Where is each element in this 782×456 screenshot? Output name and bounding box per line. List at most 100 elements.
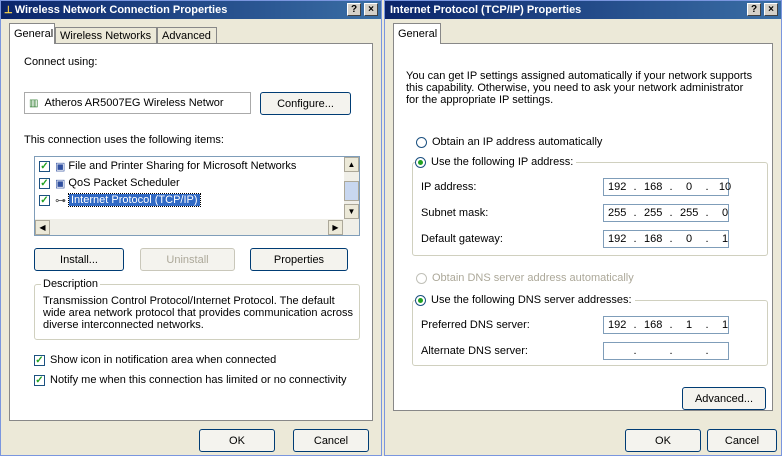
wireless-properties-window: ⊥ Wireless Network Connection Properties…	[0, 0, 382, 456]
tab-general[interactable]: General	[393, 23, 441, 44]
list-item-selected[interactable]: ✓ ⊶ Internet Protocol (TCP/IP)	[39, 192, 201, 208]
properties-button[interactable]: Properties	[250, 248, 348, 271]
gateway-octet: 192	[608, 233, 627, 245]
preferred-dns-label: Preferred DNS server:	[421, 319, 530, 331]
adapter-box: ▥ Atheros AR5007EG Wireless Networ	[24, 92, 251, 114]
dot: .	[633, 233, 637, 245]
obtain-ip-auto-label: Obtain an IP address automatically	[432, 136, 603, 148]
ip-octet: 0	[685, 181, 693, 193]
mask-octet: 255	[644, 207, 663, 219]
network-card-icon: ▥	[29, 97, 39, 109]
use-following-ip-label: Use the following IP address:	[431, 156, 574, 168]
dot: .	[669, 319, 673, 331]
list-item[interactable]: ✓ ▣ File and Printer Sharing for Microso…	[39, 158, 296, 174]
help-button[interactable]: ?	[747, 3, 761, 16]
alternate-dns-label: Alternate DNS server:	[421, 345, 528, 357]
dot: .	[633, 319, 637, 331]
ok-button[interactable]: OK	[199, 429, 275, 452]
show-icon-checkbox[interactable]: ✓	[34, 354, 45, 366]
obtain-ip-auto-radio[interactable]	[416, 136, 427, 148]
qos-icon: ▣	[55, 177, 66, 190]
printer-share-icon: ▣	[55, 160, 66, 173]
item-checkbox[interactable]: ✓	[39, 194, 50, 206]
item-checkbox[interactable]: ✓	[39, 177, 50, 189]
scroll-thumb[interactable]	[344, 181, 359, 201]
preferred-dns-input[interactable]: 192. 168. 1. 1	[603, 316, 729, 334]
ip-address-label: IP address:	[421, 181, 477, 193]
obtain-ip-auto-option[interactable]: Obtain an IP address automatically	[416, 136, 606, 148]
general-panel: Connect using: ▥ Atheros AR5007EG Wirele…	[9, 43, 373, 421]
ok-button[interactable]: OK	[625, 429, 701, 452]
gateway-octet: 0	[685, 233, 693, 245]
use-following-ip-option[interactable]: Use the following IP address:	[415, 156, 577, 168]
dns-octet: 1	[685, 319, 693, 331]
list-item[interactable]: ✓ ▣ QoS Packet Scheduler	[39, 175, 180, 191]
dot: .	[705, 233, 709, 245]
dot: .	[705, 345, 709, 357]
items-label: This connection uses the following items…	[24, 134, 224, 146]
dot: .	[705, 207, 709, 219]
scroll-right-button[interactable]: ▶	[328, 220, 343, 235]
close-button[interactable]: ×	[364, 3, 378, 16]
tab-advanced[interactable]: Advanced	[157, 27, 217, 43]
horizontal-scrollbar[interactable]	[35, 219, 359, 235]
notify-label: Notify me when this connection has limit…	[50, 374, 347, 386]
install-button[interactable]: Install...	[34, 248, 124, 271]
dot: .	[705, 319, 709, 331]
tcpip-properties-window: Internet Protocol (TCP/IP) Properties ? …	[384, 0, 782, 456]
title-bar[interactable]: ⊥ Wireless Network Connection Properties…	[1, 1, 381, 19]
general-panel: You can get IP settings assigned automat…	[393, 43, 773, 411]
connect-using-label: Connect using:	[24, 56, 98, 68]
ip-address-group: Use the following IP address: IP address…	[412, 156, 768, 256]
dns-octet: 1	[721, 319, 729, 331]
close-button[interactable]: ×	[764, 3, 778, 16]
configure-button[interactable]: Configure...	[260, 92, 351, 115]
scroll-down-button[interactable]: ▼	[344, 204, 359, 219]
item-checkbox[interactable]: ✓	[39, 160, 50, 172]
window-title: Wireless Network Connection Properties	[14, 4, 228, 16]
obtain-dns-auto-radio[interactable]	[416, 272, 427, 284]
ip-address-input[interactable]: 192. 168. 0. 10	[603, 178, 731, 196]
subnet-mask-input[interactable]: 255. 255. 255. 0	[603, 204, 729, 222]
adapter-name: Atheros AR5007EG Wireless Networ	[44, 97, 224, 109]
network-icon: ⊥	[4, 4, 13, 16]
title-bar[interactable]: Internet Protocol (TCP/IP) Properties ? …	[385, 1, 781, 19]
dot: .	[669, 181, 673, 193]
obtain-dns-auto-option[interactable]: Obtain DNS server address automatically	[416, 272, 637, 284]
advanced-button[interactable]: Advanced...	[682, 387, 766, 410]
item-label: Internet Protocol (TCP/IP)	[68, 193, 201, 207]
mask-octet: 0	[721, 207, 729, 219]
obtain-dns-auto-label: Obtain DNS server address automatically	[432, 272, 634, 284]
tab-wireless-networks[interactable]: Wireless Networks	[55, 27, 157, 43]
window-title: Internet Protocol (TCP/IP) Properties	[390, 4, 582, 16]
mask-octet: 255	[608, 207, 627, 219]
default-gateway-input[interactable]: 192. 168. 0. 1	[603, 230, 729, 248]
scroll-left-button[interactable]: ◀	[35, 220, 50, 235]
scroll-up-button[interactable]: ▲	[344, 157, 359, 172]
dot: .	[705, 181, 709, 193]
help-button[interactable]: ?	[347, 3, 361, 16]
alternate-dns-input[interactable]: . . .	[603, 342, 729, 360]
components-list[interactable]: ✓ ▣ File and Printer Sharing for Microso…	[34, 156, 360, 236]
mask-octet: 255	[680, 207, 699, 219]
subnet-mask-label: Subnet mask:	[421, 207, 489, 219]
notify-option[interactable]: ✓ Notify me when this connection has lim…	[34, 374, 347, 386]
tab-strip: General	[393, 23, 773, 44]
cancel-button[interactable]: Cancel	[293, 429, 369, 452]
notify-checkbox[interactable]: ✓	[34, 374, 45, 386]
intro-text: You can get IP settings assigned automat…	[406, 70, 753, 106]
dns-group: Use the following DNS server addresses: …	[412, 294, 768, 366]
dot: .	[633, 345, 637, 357]
description-group: Description Transmission Control Protoco…	[34, 278, 360, 340]
use-following-dns-option[interactable]: Use the following DNS server addresses:	[415, 294, 635, 306]
default-gateway-label: Default gateway:	[421, 233, 503, 245]
dot: .	[669, 207, 673, 219]
dot: .	[669, 233, 673, 245]
tab-general[interactable]: General	[9, 23, 55, 44]
cancel-button[interactable]: Cancel	[707, 429, 777, 452]
tab-strip: General Wireless Networks Advanced	[9, 23, 373, 44]
use-following-dns-radio[interactable]	[415, 294, 426, 306]
uninstall-button[interactable]: Uninstall	[140, 248, 235, 271]
use-following-ip-radio[interactable]	[415, 156, 426, 168]
show-icon-option[interactable]: ✓ Show icon in notification area when co…	[34, 354, 276, 366]
